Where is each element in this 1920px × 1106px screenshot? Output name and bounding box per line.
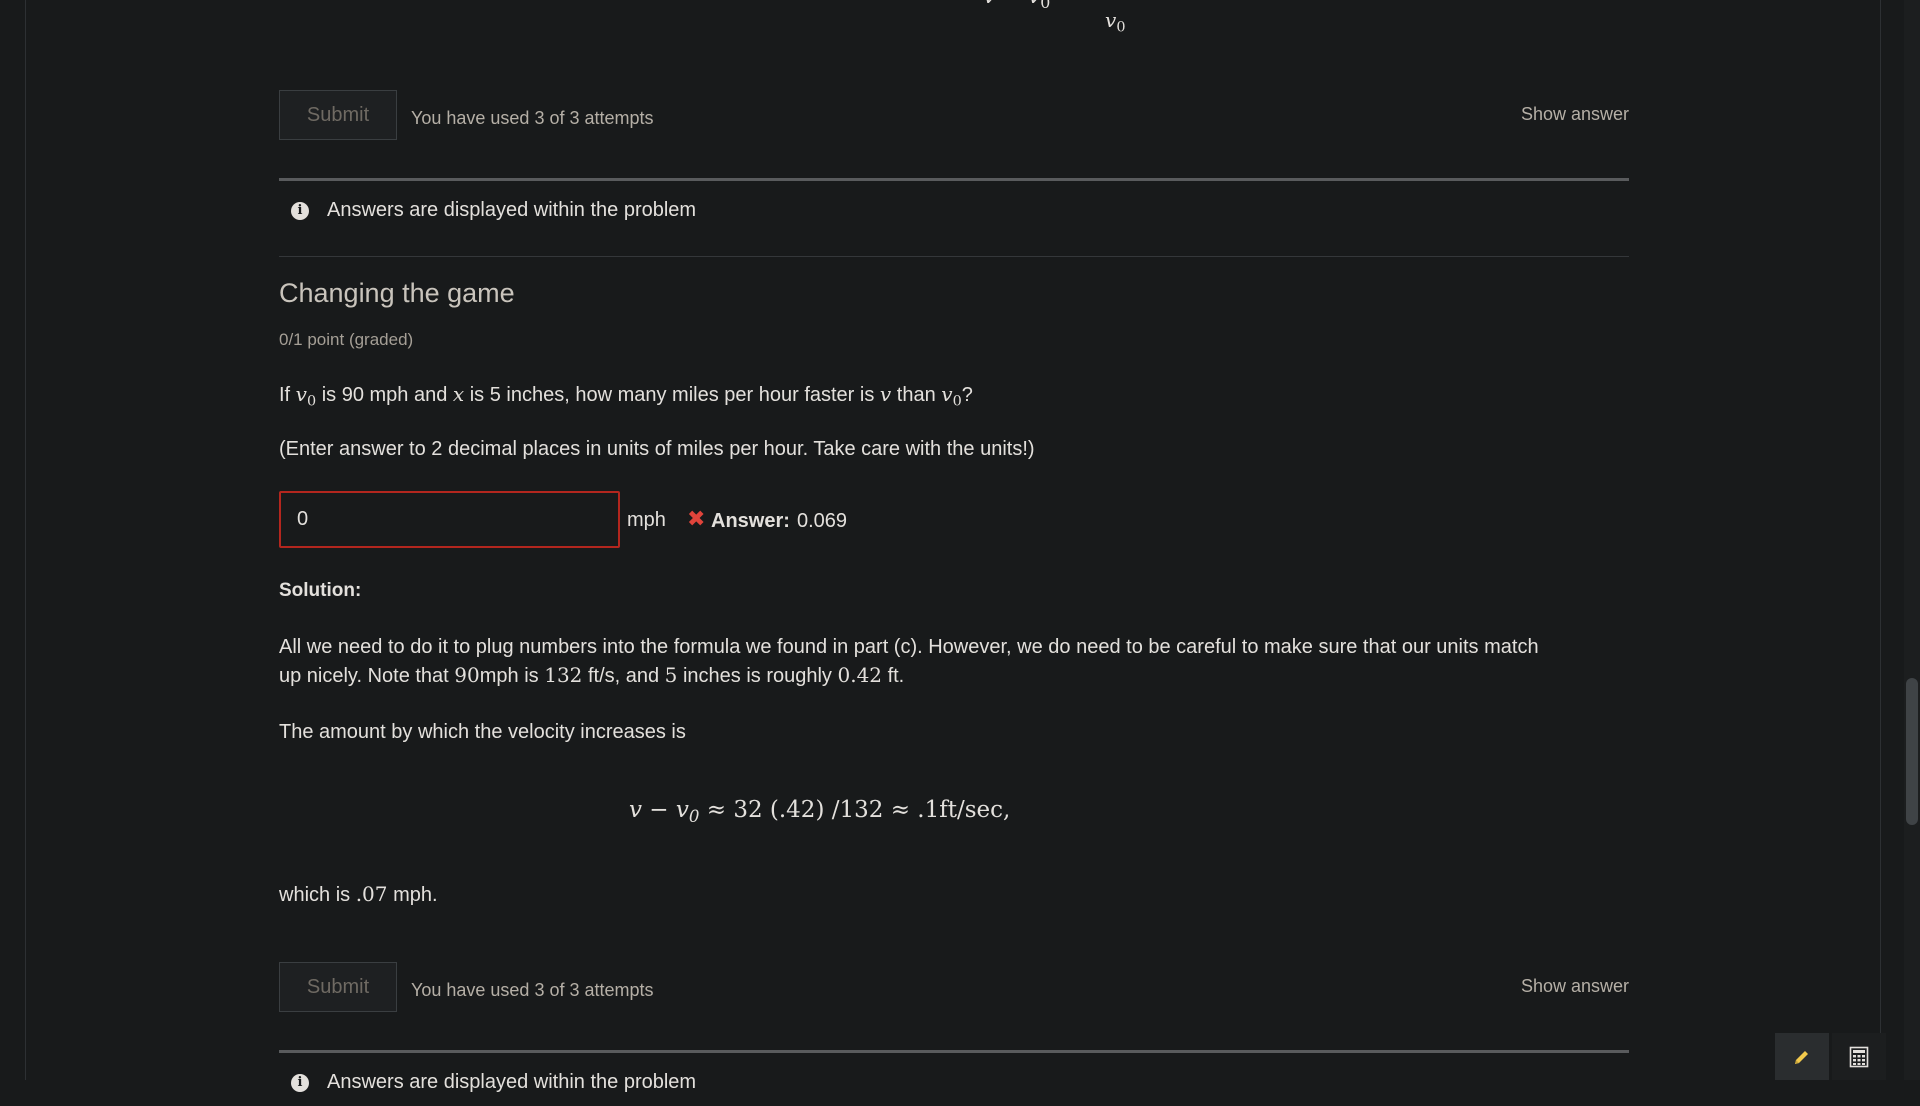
- page-edge-right: [1880, 0, 1881, 1080]
- partial-equation-lhs: v − v: [983, 0, 1040, 9]
- attempts-text: You have used 3 of 3 attempts: [411, 980, 654, 1000]
- solution-line: ft/s, and: [582, 665, 665, 687]
- notice-divider: [279, 178, 1629, 181]
- solution-paragraph-1: All we need to do it to plug numbers int…: [279, 633, 1539, 690]
- math-number: .07: [355, 882, 388, 906]
- math-number: 0.42: [837, 663, 883, 687]
- question-part: than: [891, 384, 942, 406]
- question-part: ?: [961, 384, 973, 406]
- notice-text: Answers are displayed within the problem: [327, 1071, 697, 1093]
- info-icon: i: [291, 202, 309, 220]
- info-icon: i: [291, 1074, 309, 1092]
- solution-line: ft.: [882, 665, 905, 687]
- math-number: 5: [664, 663, 678, 687]
- unit-label: mph: [627, 509, 666, 531]
- partial-equation-denominator: v0: [1105, 8, 1125, 35]
- equation-sub: 0: [688, 806, 700, 826]
- submit-button[interactable]: Submit: [279, 90, 397, 140]
- solution-line: mph is: [479, 665, 545, 687]
- solution-paragraph-2: The amount by which the velocity increas…: [279, 721, 686, 743]
- show-answer-button[interactable]: Show answer: [1521, 976, 1629, 997]
- problem-divider: [279, 256, 1629, 257]
- denominator-sub: 0: [1116, 19, 1126, 36]
- scrollbar-track[interactable]: [1904, 0, 1920, 1080]
- answer-value: 0.069: [797, 510, 848, 532]
- question-part: is 90 mph and: [316, 384, 453, 406]
- scrollbar-thumb[interactable]: [1906, 678, 1918, 825]
- solution-line: All we need to do it to plug numbers int…: [279, 636, 1539, 658]
- notice-text: Answers are displayed within the problem: [327, 199, 697, 221]
- math-x: x: [452, 382, 465, 406]
- problem-title: Changing the game: [279, 278, 515, 308]
- math-v0: v0: [295, 382, 317, 410]
- calculator-button[interactable]: [1832, 1033, 1886, 1080]
- submit-row-top: Submit You have used 3 of 3 attempts Sho…: [279, 90, 1629, 142]
- instructions-text: (Enter answer to 2 decimal places in uni…: [279, 438, 1035, 460]
- attempts-text: You have used 3 of 3 attempts: [411, 108, 654, 128]
- answer-input[interactable]: [279, 491, 620, 548]
- question-part: is 5 inches, how many miles per hour fas…: [464, 384, 880, 406]
- solution-paragraph-3: which is .07 mph.: [279, 880, 438, 909]
- notice-divider: [279, 1050, 1629, 1053]
- notes-button[interactable]: [1775, 1033, 1829, 1080]
- math-number: 132: [544, 663, 583, 687]
- question-text: If v0 is 90 mph and x is 5 inches, how m…: [279, 380, 973, 415]
- show-answer-button[interactable]: Show answer: [1521, 104, 1629, 125]
- solution-line: which is: [279, 884, 356, 906]
- answers-notice: i Answers are displayed within the probl…: [279, 194, 1629, 234]
- calculator-icon: [1849, 1046, 1869, 1067]
- solution-label: Solution:: [279, 580, 362, 601]
- solution-line: up nicely. Note that: [279, 665, 455, 687]
- answers-notice: i Answers are displayed within the probl…: [279, 1066, 1629, 1106]
- solution-line: inches is roughly: [677, 665, 838, 687]
- page-edge-left: [25, 0, 26, 1080]
- math-v0: v0: [941, 382, 962, 410]
- solution-line: mph.: [387, 884, 438, 906]
- equation-rhs: ≈ 32 (.42) /132 ≈ .1ft/sec,: [699, 797, 1011, 823]
- answer-label: Answer:: [711, 510, 790, 532]
- pencil-icon: [1795, 1050, 1808, 1064]
- partial-equation-sub: 0: [1040, 0, 1051, 12]
- denominator-var: v: [1105, 8, 1117, 32]
- math-v: v: [879, 382, 892, 406]
- question-part: If: [279, 384, 296, 406]
- problem-points: 0/1 point (graded): [279, 330, 414, 349]
- incorrect-icon: ✖: [687, 507, 706, 532]
- math-number: 90: [454, 663, 480, 687]
- submit-row-bottom: Submit You have used 3 of 3 attempts Sho…: [279, 962, 1629, 1014]
- partial-equation-rel: ≈: [1057, 0, 1075, 9]
- submit-button[interactable]: Submit: [279, 962, 397, 1012]
- solution-equation: v − v0 ≈ 32 (.42) /132 ≈ .1ft/sec,: [629, 797, 1010, 826]
- equation-lhs: v − v: [629, 797, 689, 823]
